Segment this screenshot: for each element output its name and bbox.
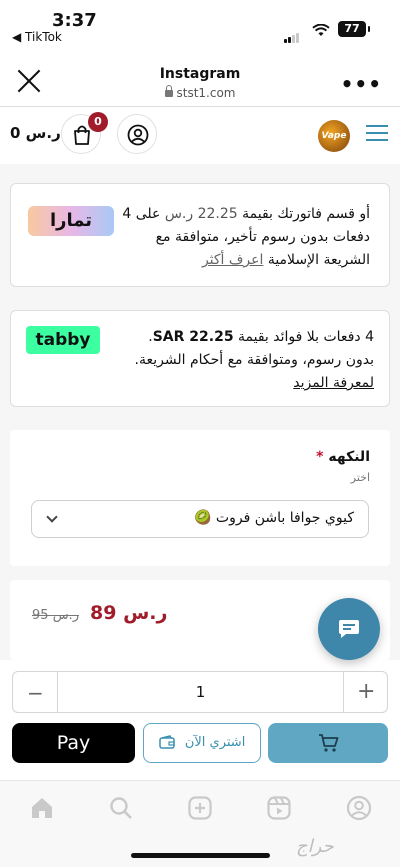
create-post-icon[interactable] [187, 795, 213, 821]
flavor-selected-value: كيوي جوافا باشن فروت 🥝 [194, 510, 354, 526]
home-indicator[interactable] [131, 853, 270, 858]
tabby-text-start: 4 دفعات بلا فوائد بقيمة [233, 329, 374, 345]
flavor-label: النكهه * [210, 449, 370, 465]
url-text: stst1.com [176, 86, 236, 100]
battery-icon: 77 [338, 21, 370, 37]
buy-now-button[interactable]: اشتري الآن [143, 723, 261, 763]
quantity-value[interactable]: 1 [58, 683, 343, 701]
status-time: 3:37 [52, 10, 97, 31]
cellular-signal-icon [284, 24, 300, 43]
chat-bubble-icon [339, 620, 359, 638]
tamara-amount: 22.25 ر.س [164, 206, 238, 222]
back-to-app-link[interactable]: ◀ TikTok [12, 30, 62, 44]
cart-count-badge: 0 [88, 112, 108, 132]
home-icon[interactable] [29, 795, 55, 821]
more-options-icon[interactable]: ••• [341, 72, 382, 96]
original-price: 95 ر.س [32, 608, 79, 623]
account-button[interactable] [117, 114, 157, 154]
sale-price: 89 ر.س [90, 602, 168, 624]
wallet-icon [158, 735, 175, 749]
add-to-cart-button[interactable] [268, 723, 388, 763]
tabby-description: 4 دفعات بلا فوائد بقيمة SAR 22.25. بدون … [118, 326, 374, 395]
divider [343, 672, 344, 712]
watermark: حراج [296, 836, 334, 857]
chevron-down-icon [46, 511, 58, 523]
tamara-text-start: أو قسم فاتورتك بقيمة [237, 206, 370, 222]
buy-now-label: اشتري الآن [184, 735, 246, 750]
tamara-logo: تمارا [28, 206, 114, 236]
tamara-description: أو قسم فاتورتك بقيمة 22.25 ر.س على 4 دفع… [118, 203, 370, 272]
tabby-learn-more-link[interactable]: لمعرفة المزيد [293, 375, 374, 391]
tabby-logo: tabby [26, 326, 100, 354]
cart-icon [319, 734, 339, 752]
tabby-amount: SAR 22.25 [152, 329, 234, 345]
profile-icon[interactable] [346, 795, 372, 821]
store-logo[interactable]: Vape [318, 120, 350, 152]
increase-quantity-button[interactable]: + [357, 679, 375, 704]
hamburger-menu-icon[interactable] [366, 124, 388, 142]
tamara-learn-more-link[interactable]: اعرف أكثر [202, 252, 263, 268]
apple-pay-button[interactable]: Pay [12, 723, 135, 763]
reels-icon[interactable] [266, 795, 292, 821]
chat-button[interactable] [318, 598, 380, 660]
divider [0, 106, 400, 107]
cart-total: 0 ر.س [10, 124, 61, 142]
lock-icon [164, 85, 173, 97]
flavor-label-text: النكهه [328, 449, 370, 465]
search-icon[interactable] [108, 795, 134, 821]
quantity-stepper[interactable]: − 1 + [12, 671, 388, 713]
wifi-icon [312, 22, 330, 41]
flavor-hint: اختر [350, 471, 370, 484]
required-mark: * [316, 449, 324, 465]
status-bar: 3:37 ◀ TikTok 77 [0, 0, 400, 50]
apple-pay-label: Pay [56, 732, 91, 754]
decrease-quantity-button[interactable]: − [27, 681, 44, 705]
user-icon [127, 124, 149, 146]
flavor-select[interactable]: كيوي جوافا باشن فروت 🥝 [31, 500, 369, 538]
